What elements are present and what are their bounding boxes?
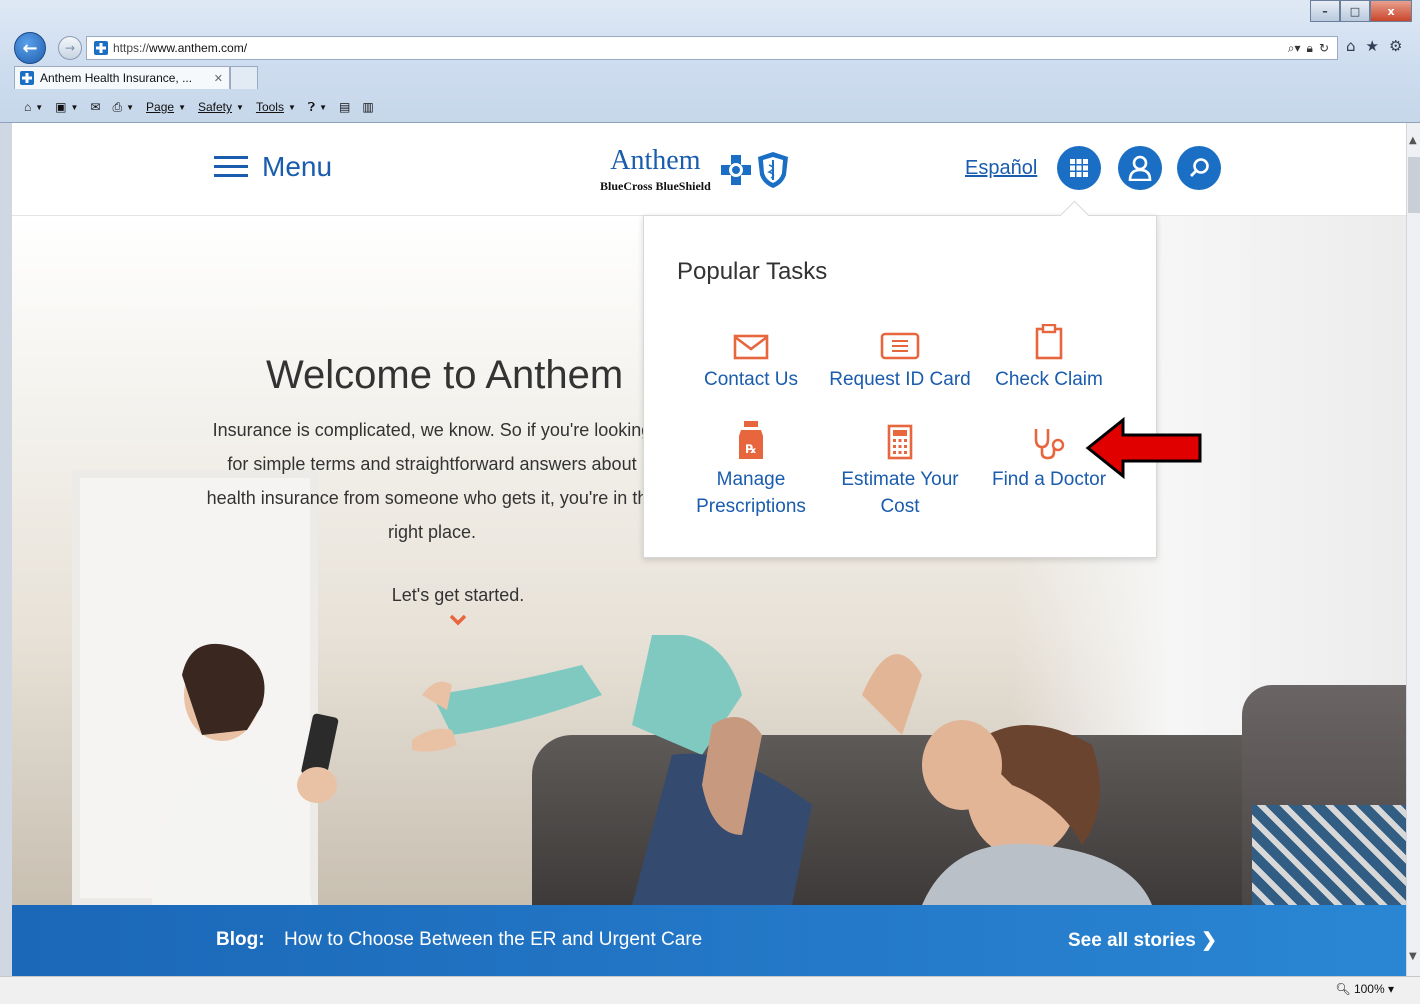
browser-right-icons: ⌂ ★ ⚙ (1346, 37, 1402, 55)
espanol-link[interactable]: Español (965, 157, 1037, 180)
browser-tab[interactable]: Anthem Health Insurance, ... ✕ (14, 66, 230, 89)
back-button[interactable]: ← (14, 32, 46, 64)
blue-cross-icon (720, 154, 751, 185)
print-icon[interactable]: ⎙ ▼ (113, 100, 135, 115)
url-host: www.anthem.com/ (149, 41, 248, 55)
task-manage-prescriptions[interactable]: ℞ Manage Prescriptions (676, 416, 826, 520)
close-window-button[interactable]: x (1370, 0, 1412, 22)
popular-tasks-dropdown: Popular Tasks Contact Us Request ID Card… (643, 215, 1157, 558)
welcome-line: right place. (387, 522, 477, 542)
search-icon (1190, 158, 1209, 177)
popular-tasks-title: Popular Tasks (677, 258, 828, 285)
anthem-favicon-icon (20, 71, 34, 85)
clipboard-icon (1035, 324, 1063, 360)
command-bar: ⌂ ▼ ▣ ▼ ✉ ⎙ ▼ Page ▼ Safety ▼ Tools ▼ ❓︎ ▼ ▤ ▥ (0, 92, 1420, 122)
blue-shield-icon (757, 151, 788, 188)
task-label: Request ID Card (829, 369, 971, 390)
search-button[interactable] (1177, 146, 1221, 190)
favorites-star-icon[interactable]: ★ (1366, 37, 1379, 55)
task-contact-us[interactable]: Contact Us (676, 316, 826, 393)
hero-family-on-sofa (632, 635, 1152, 905)
minimize-button[interactable]: – (1310, 0, 1340, 22)
back-arrow-icon: ← (22, 37, 38, 59)
task-label: Estimate Your Cost (841, 469, 959, 517)
browser-chrome: – □ x ← → https://www.anthem.com/ ⌕▾ 🔒︎ … (0, 0, 1420, 123)
get-started-link[interactable]: Let's get started. (358, 585, 558, 606)
envelope-icon (733, 334, 769, 360)
anthem-logo[interactable]: Anthem BlueCross BlueShield (600, 145, 789, 194)
research-icon[interactable]: ▥ (362, 100, 373, 114)
zoom-level[interactable]: 🔍︎ 100% ▾ (1335, 982, 1394, 996)
grid-icon (1070, 159, 1088, 177)
help-icon[interactable]: ❓︎ ▼ (308, 100, 327, 115)
page-menu[interactable]: Page ▼ (146, 100, 186, 114)
rx-bottle-icon: ℞ (739, 421, 763, 459)
welcome-line: health insurance from someone who gets i… (206, 488, 658, 508)
welcome-paragraph: Insurance is complicated, we know. So if… (192, 413, 672, 549)
page-viewport: Welcome to Anthem Insurance is complicat… (12, 123, 1406, 976)
safety-menu[interactable]: Safety ▼ (198, 100, 244, 114)
welcome-line: for simple terms and straightforward ans… (227, 454, 637, 474)
svg-text:℞: ℞ (746, 442, 757, 456)
welcome-line: Insurance is complicated, we know. So if… (212, 420, 652, 440)
search-dropdown-icon[interactable]: ⌕▾ (1288, 41, 1301, 56)
chevron-right-icon: ❯ (1201, 930, 1217, 951)
task-label: Check Claim (995, 369, 1103, 390)
tools-menu[interactable]: Tools ▼ (256, 100, 296, 114)
see-all-stories-link[interactable]: See all stories ❯ (1068, 929, 1217, 952)
account-button[interactable] (1118, 146, 1162, 190)
address-bar[interactable]: https://www.anthem.com/ ⌕▾ 🔒︎ ↻ (86, 36, 1338, 60)
address-tools: ⌕▾ 🔒︎ ↻ (1288, 37, 1337, 59)
settings-gear-icon[interactable]: ⚙ (1389, 37, 1402, 55)
maximize-button[interactable]: □ (1340, 0, 1370, 22)
calculator-icon (887, 424, 913, 460)
logo-subtitle: BlueCross BlueShield (600, 179, 711, 193)
tab-close-icon[interactable]: ✕ (214, 72, 223, 85)
hero-woman-with-phone (152, 643, 339, 905)
task-request-id-card[interactable]: Request ID Card (825, 316, 975, 393)
refresh-icon[interactable]: ↻ (1319, 41, 1329, 55)
hamburger-icon (214, 156, 248, 178)
logo-wordmark: Anthem (610, 145, 701, 176)
chevron-down-icon[interactable] (448, 613, 468, 627)
blog-label: Blog: (216, 929, 265, 950)
task-label: Manage Prescriptions (696, 469, 806, 517)
popular-tasks-button[interactable] (1057, 146, 1101, 190)
blog-headline-link[interactable]: How to Choose Between the ER and Urgent … (284, 929, 702, 951)
anthem-favicon-icon (94, 41, 108, 55)
zoom-icon: 🔍︎ (1335, 982, 1351, 996)
scroll-up-icon[interactable]: ▲ (1409, 135, 1417, 146)
task-check-claim[interactable]: Check Claim (974, 316, 1124, 393)
new-tab-button[interactable] (230, 66, 258, 89)
task-estimate-cost[interactable]: Estimate Your Cost (825, 416, 975, 520)
site-header: Menu Anthem BlueCross BlueShield Español (12, 123, 1406, 216)
stethoscope-icon (1034, 429, 1065, 460)
scroll-down-icon[interactable]: ▼ (1409, 951, 1417, 962)
onenote-icon[interactable]: ▤ (339, 100, 350, 114)
user-icon (1128, 155, 1152, 181)
scroll-thumb[interactable] (1408, 157, 1420, 213)
feeds-icon[interactable]: ▣ ▼ (55, 100, 78, 114)
home-toolbar-icon[interactable]: ⌂ ▼ (24, 100, 43, 114)
welcome-title: Welcome to Anthem (266, 353, 624, 397)
red-annotation-arrow-icon (1085, 417, 1202, 479)
tab-title: Anthem Health Insurance, ... (40, 71, 193, 85)
window-controls: – □ x (1310, 0, 1412, 22)
home-icon[interactable]: ⌂ (1346, 37, 1356, 55)
forward-button[interactable]: → (58, 36, 82, 60)
hero-throw-blanket (1252, 805, 1406, 905)
lock-icon[interactable]: 🔒︎ (1307, 41, 1313, 56)
menu-button[interactable]: Menu (214, 151, 332, 183)
id-card-icon (880, 332, 920, 360)
url-scheme: https:// (113, 41, 150, 55)
task-label: Contact Us (704, 369, 798, 390)
forward-arrow-icon: → (64, 41, 76, 55)
menu-label: Menu (262, 151, 333, 182)
blog-bar: Blog: How to Choose Between the ER and U… (12, 905, 1406, 976)
mail-icon[interactable]: ✉ (90, 100, 100, 114)
status-bar: 🔍︎ 100% ▾ (0, 976, 1420, 1004)
page-scrollbar[interactable]: ▲ ▼ (1406, 123, 1420, 976)
